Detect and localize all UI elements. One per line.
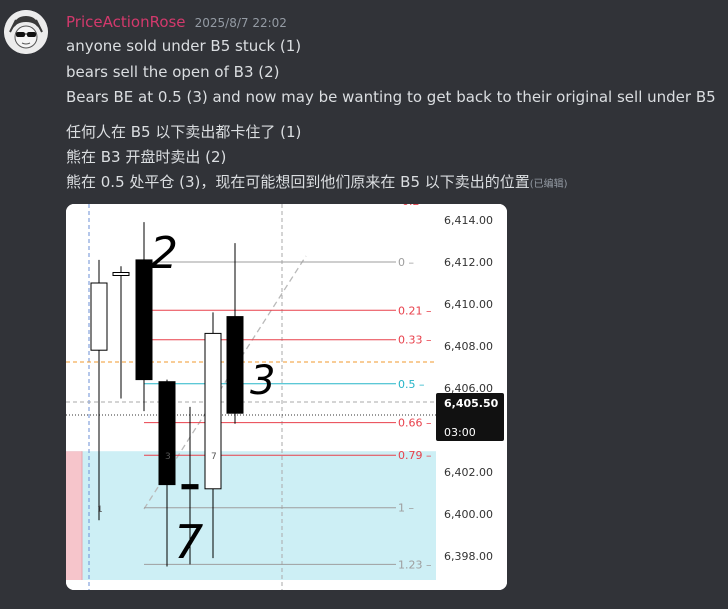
session-shading [66, 451, 82, 580]
handwritten-annotation: 3 [250, 358, 275, 404]
price-axis-label: 6,402.00 [444, 466, 493, 479]
fib-level-label: 0.33 – [398, 334, 432, 347]
price-axis-label: 6,410.00 [444, 298, 493, 311]
target-zone-shading [66, 451, 436, 580]
candle-number-label: 7 [211, 452, 217, 462]
candle-number-label: 1 [97, 505, 103, 515]
handwritten-annotation: 7 [174, 515, 203, 569]
current-price-value: 6,405.50 [444, 397, 499, 410]
candle-body [226, 316, 244, 414]
fib-level-label: 1.23 – [398, 558, 432, 571]
message-line-en-2: bears sell the open of B3 (2) [66, 63, 280, 81]
bar-countdown: 03:00 [444, 426, 476, 439]
fib-level-label: 0 – [398, 256, 414, 269]
fib-level-label: 0.66 – [398, 417, 432, 430]
fib-level-label: 0.79 – [398, 449, 432, 462]
message-line-zh-3-text: 熊在 0.5 处平仓 (3)，现在可能想回到他们原来在 B5 以下卖出的位置 [66, 173, 530, 191]
handwritten-annotation: 2 [150, 228, 178, 279]
chat-message: PriceActionRose 2025/8/7 22:02 anyone so… [0, 0, 728, 609]
candle-body [204, 332, 222, 490]
message-line-zh-3: 熊在 0.5 处平仓 (3)，现在可能想回到他们原来在 B5 以下卖出的位置(已… [66, 171, 568, 192]
edited-label: (已编辑) [529, 179, 568, 190]
fib-level-label: 0.5 – [398, 378, 425, 391]
message-line-zh-1: 任何人在 B5 以下卖出都卡住了 (1) [66, 123, 302, 141]
candlestick-chart: 0 – 0.21 – 0.33 – 0.5 – 0.66 – 0.79 – 1 – 1.23 … [66, 204, 507, 590]
fib-level-label-clipped: -0.2 [398, 204, 419, 208]
fib-level-label: 0.21 – [398, 304, 432, 317]
price-axis-label: 6,412.00 [444, 256, 493, 269]
price-axis-label: 6,408.00 [444, 340, 493, 353]
chart-image-attachment[interactable]: 0 – 0.21 – 0.33 – 0.5 – 0.66 – 0.79 – 1 – 1.23 … [66, 204, 507, 590]
candle-number-label: 3 [165, 452, 171, 462]
message-line-zh-2: 熊在 B3 开盘时卖出 (2) [66, 148, 227, 166]
timestamp: 2025/8/7 22:02 [194, 16, 287, 30]
price-axis-label: 6,400.00 [444, 508, 493, 521]
candle-body [112, 272, 130, 276]
candle-body [158, 381, 176, 486]
candle-body [181, 484, 199, 490]
avatar[interactable] [4, 10, 48, 54]
fib-level-label: 1 – [398, 502, 414, 515]
price-axis-label: 6,398.00 [444, 550, 493, 563]
message-line-en-3: Bears BE at 0.5 (3) and now may be wanti… [66, 88, 716, 106]
price-axis-label: 6,414.00 [444, 214, 493, 227]
message-header: PriceActionRose 2025/8/7 22:02 [66, 12, 287, 31]
username[interactable]: PriceActionRose [66, 13, 186, 31]
candle-body [90, 282, 108, 351]
message-line-en-1: anyone sold under B5 stuck (1) [66, 37, 302, 55]
